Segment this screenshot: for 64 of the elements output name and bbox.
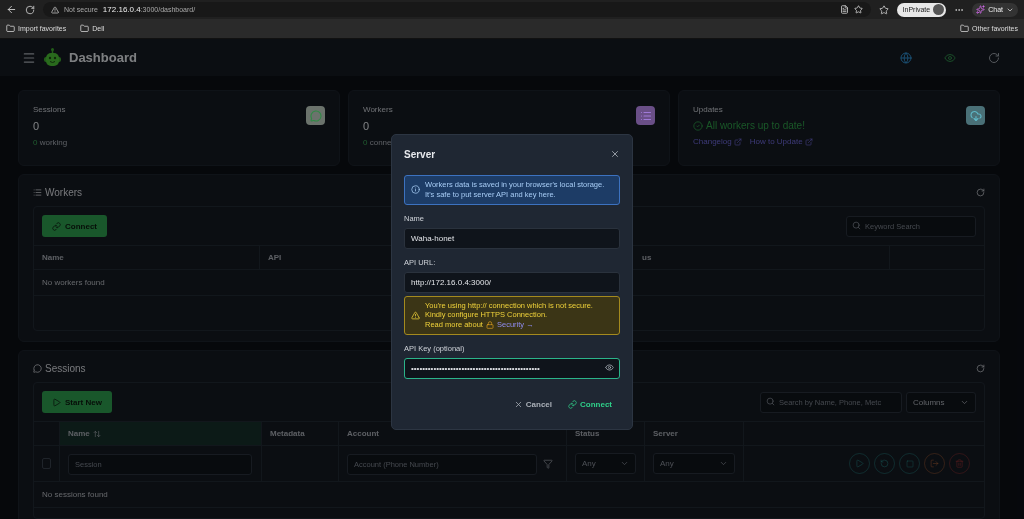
app-title: Dashboard (69, 50, 137, 65)
close-icon (513, 400, 523, 409)
stat-label: Workers (363, 105, 393, 114)
panel-title: Sessions (45, 363, 86, 374)
back-icon[interactable] (6, 4, 17, 15)
stat-label: Updates (693, 105, 723, 114)
chat-icon (33, 364, 42, 373)
favorites-icon[interactable] (878, 4, 889, 15)
refresh-icon[interactable] (988, 51, 1000, 64)
column-header[interactable]: Metadata (262, 422, 339, 445)
refresh-icon[interactable] (976, 188, 985, 197)
link-icon (568, 400, 577, 409)
chevron-icon (719, 459, 728, 468)
external-link-icon (804, 137, 813, 146)
sparkle-icon (976, 5, 986, 14)
panel-title: Workers (45, 187, 83, 198)
empty-message: No sessions found (34, 482, 984, 508)
filter-icon[interactable] (543, 458, 553, 469)
eye-icon[interactable] (605, 362, 614, 372)
connect-button[interactable]: Connect (568, 400, 612, 409)
menu-icon[interactable] (22, 50, 36, 65)
close-icon (610, 149, 620, 159)
link-icon (52, 221, 61, 231)
stat-value: 0 (33, 120, 40, 132)
close-button[interactable] (610, 149, 620, 159)
list-icon (33, 188, 42, 197)
folder-icon (80, 24, 90, 33)
folder-icon (960, 24, 970, 33)
search-icon (852, 221, 861, 230)
stat-value: 0 (363, 120, 370, 132)
connect-button[interactable]: Connect (42, 215, 107, 237)
checkbox[interactable] (42, 458, 51, 469)
reload-icon[interactable] (25, 4, 35, 15)
server-select[interactable]: Any (653, 453, 735, 474)
input-field[interactable]: http://172.16.0.4:3000/ (404, 271, 620, 293)
play-icon (52, 397, 61, 407)
lock-icon (485, 320, 494, 329)
column-header[interactable]: Server (645, 422, 744, 445)
input-field[interactable]: Waha-honet (404, 227, 620, 249)
chevron-icon (620, 459, 629, 468)
column-header[interactable]: Name (60, 422, 262, 445)
stat-label: Sessions (33, 105, 66, 114)
column-header: Name (34, 246, 260, 269)
info-icon (411, 185, 420, 195)
reader-icon[interactable] (839, 5, 849, 14)
start-new-button[interactable]: Start New (42, 391, 112, 413)
warning-icon (51, 5, 59, 14)
folder-icon (6, 24, 15, 33)
globe-icon[interactable] (900, 51, 912, 64)
columns-select[interactable]: Columns (906, 391, 976, 413)
avatar-icon (933, 4, 945, 15)
check-circle-icon (693, 120, 703, 131)
status-select[interactable]: Any (575, 453, 636, 474)
external-link-icon (733, 137, 742, 146)
robot-logo (44, 48, 61, 67)
refresh-icon[interactable] (976, 364, 985, 373)
cancel-button[interactable]: Cancel (513, 400, 552, 409)
input-field[interactable]: •••••••••••••••••••••••••••••••••••••••••••••• (404, 357, 620, 379)
warning-icon (411, 310, 420, 320)
star-icon[interactable] (853, 5, 863, 14)
update-status: All workers up to date! (706, 120, 805, 131)
sort-icon (92, 429, 101, 438)
dialog-title: Server (404, 148, 436, 160)
search-icon (766, 397, 775, 406)
